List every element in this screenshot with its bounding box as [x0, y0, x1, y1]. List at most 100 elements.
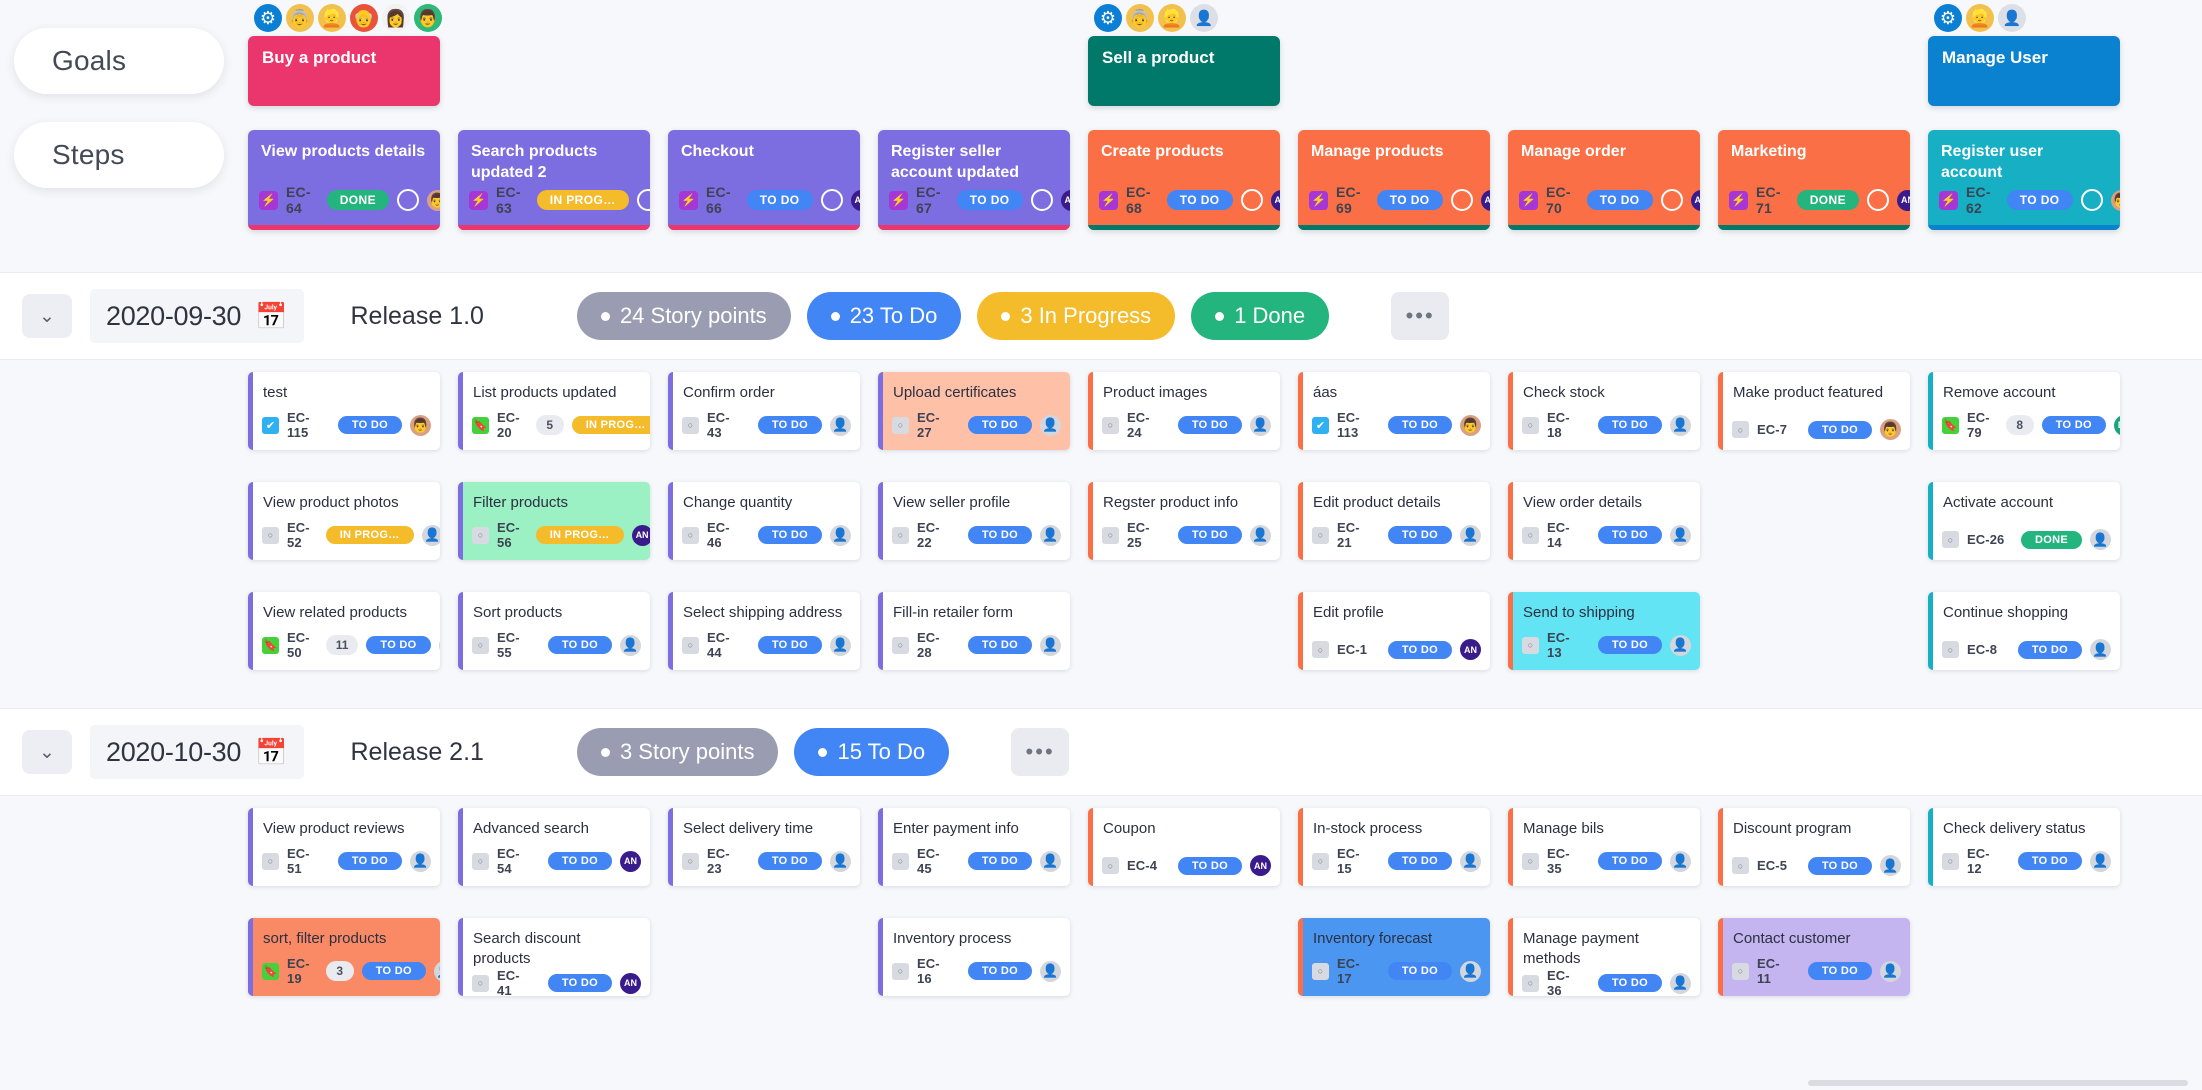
- collapse-chevron-icon[interactable]: ⌄: [22, 730, 72, 774]
- horizontal-scrollbar[interactable]: [1808, 1080, 2188, 1086]
- story-card[interactable]: Continue shopping ○ EC-8 TO DO 👤: [1928, 592, 2120, 670]
- status-badge[interactable]: TO DO: [1597, 526, 1662, 544]
- story-issue-key[interactable]: EC-35: [1547, 846, 1582, 876]
- calendar-icon[interactable]: 📅: [255, 739, 287, 765]
- stat-chip[interactable]: 24 Story points: [576, 292, 791, 340]
- assign-person-icon[interactable]: 👤: [1040, 634, 1061, 656]
- story-card[interactable]: Select shipping address ○ EC-44 TO DO 👤: [668, 592, 860, 670]
- assign-person-icon[interactable]: 👤: [1040, 414, 1061, 436]
- status-badge[interactable]: TO DO: [1387, 852, 1452, 870]
- story-issue-key[interactable]: EC-24: [1127, 410, 1162, 440]
- goal-card[interactable]: Buy a product: [248, 36, 440, 106]
- story-issue-key[interactable]: EC-14: [1547, 520, 1582, 550]
- calendar-icon[interactable]: 📅: [255, 303, 287, 329]
- assignee-avatar-an[interactable]: AN: [1250, 855, 1271, 876]
- story-issue-key[interactable]: EC-16: [917, 956, 952, 986]
- assign-person-icon[interactable]: 👤: [830, 634, 851, 656]
- progress-ring-icon[interactable]: [1660, 189, 1683, 211]
- status-badge[interactable]: TO DO: [337, 852, 402, 870]
- assign-person-icon[interactable]: 👤: [1460, 850, 1481, 872]
- story-issue-key[interactable]: EC-17: [1337, 956, 1372, 986]
- avatar-woman-blonde[interactable]: 👱: [318, 4, 346, 32]
- story-issue-key[interactable]: EC-27: [917, 410, 952, 440]
- stat-chip[interactable]: 15 To Do: [794, 728, 950, 776]
- story-issue-key[interactable]: EC-11: [1757, 956, 1792, 986]
- story-card[interactable]: Remove account 🔖 EC-79 8 TO DO DD: [1928, 372, 2120, 450]
- story-card[interactable]: Regster product info ○ EC-25 TO DO 👤: [1088, 482, 1280, 560]
- collapse-chevron-icon[interactable]: ⌄: [22, 294, 72, 338]
- release-more-options-button[interactable]: •••: [1391, 292, 1450, 340]
- story-card[interactable]: View related products 🔖 EC-50 11 TO DO 👤: [248, 592, 440, 670]
- story-issue-key[interactable]: EC-43: [707, 410, 742, 440]
- assign-person-icon[interactable]: 👤: [1670, 850, 1691, 872]
- goals-row-label[interactable]: Goals: [14, 28, 224, 94]
- story-card[interactable]: sort, filter products 🔖 EC-19 3 TO DO 👤: [248, 918, 440, 996]
- status-badge[interactable]: TO DO: [2006, 190, 2073, 210]
- story-card[interactable]: View seller profile ○ EC-22 TO DO 👤: [878, 482, 1070, 560]
- assign-person-icon[interactable]: 👤: [2090, 529, 2111, 550]
- status-badge[interactable]: DONE: [326, 190, 389, 210]
- assignee-avatar-an[interactable]: AN: [850, 189, 860, 211]
- assignee-avatar-dd[interactable]: DD: [2113, 414, 2120, 436]
- assign-person-icon[interactable]: 👤: [1670, 634, 1691, 656]
- assignee-avatar-an[interactable]: AN: [1460, 639, 1481, 660]
- assignee-avatar-an[interactable]: AN: [1060, 189, 1070, 211]
- story-card[interactable]: View order details ○ EC-14 TO DO 👤: [1508, 482, 1700, 560]
- assign-person-icon[interactable]: 👤: [410, 850, 431, 872]
- gear-icon[interactable]: ⚙: [1934, 4, 1962, 32]
- assignee-avatar-an[interactable]: AN: [620, 850, 641, 872]
- step-card[interactable]: Checkout ⚡ EC-66 TO DO AN: [668, 130, 860, 230]
- progress-ring-icon[interactable]: [1450, 189, 1473, 211]
- assignee-avatar-photo[interactable]: 👨: [410, 414, 431, 436]
- progress-ring-icon[interactable]: [1240, 189, 1263, 211]
- progress-ring-icon[interactable]: [397, 189, 419, 211]
- stat-chip[interactable]: 3 In Progress: [977, 292, 1176, 340]
- story-card[interactable]: Activate account ○ EC-26 DONE 👤: [1928, 482, 2120, 560]
- avatar-woman-dark[interactable]: 👩: [382, 4, 410, 32]
- status-badge[interactable]: TO DO: [1387, 962, 1452, 980]
- progress-ring-icon[interactable]: [820, 189, 843, 211]
- story-issue-key[interactable]: EC-12: [1967, 846, 2002, 876]
- assign-person-icon[interactable]: 👤: [830, 524, 851, 546]
- assignee-avatar-photo[interactable]: 👨: [1460, 414, 1481, 436]
- status-badge[interactable]: TO DO: [1177, 416, 1242, 434]
- story-issue-key[interactable]: EC-20: [497, 410, 520, 440]
- story-card[interactable]: Select delivery time ○ EC-23 TO DO 👤: [668, 808, 860, 886]
- story-card[interactable]: áas ✔ EC-113 TO DO 👨: [1298, 372, 1490, 450]
- story-issue-key[interactable]: EC-15: [1337, 846, 1372, 876]
- story-issue-key[interactable]: EC-8: [1967, 642, 1997, 657]
- story-card[interactable]: View product photos ○ EC-52 IN PROG… 👤: [248, 482, 440, 560]
- story-card[interactable]: List products updated🔖EC-205IN PROG…👤: [458, 372, 650, 450]
- story-issue-key[interactable]: EC-36: [1547, 968, 1582, 996]
- assign-person-icon[interactable]: 👤: [830, 414, 851, 436]
- status-badge[interactable]: TO DO: [1387, 416, 1452, 434]
- status-badge[interactable]: TO DO: [1387, 640, 1452, 659]
- release-date-field[interactable]: 2020-10-30 📅: [90, 725, 304, 779]
- assign-person-icon[interactable]: 👤: [1250, 414, 1271, 436]
- story-issue-key[interactable]: EC-115: [287, 410, 322, 440]
- assign-person-icon[interactable]: 👤: [620, 634, 641, 656]
- assign-person-icon[interactable]: 👤: [1460, 960, 1481, 982]
- step-card[interactable]: View products details ⚡ EC-64 DONE 👨: [248, 130, 440, 230]
- assignee-avatar-an[interactable]: AN: [1480, 189, 1490, 211]
- step-issue-key[interactable]: EC-70: [1546, 184, 1571, 216]
- goal-card[interactable]: Sell a product: [1088, 36, 1280, 106]
- assign-person-icon[interactable]: 👤: [1040, 524, 1061, 546]
- status-badge[interactable]: IN PROG…: [536, 190, 629, 210]
- story-issue-key[interactable]: EC-7: [1757, 422, 1787, 437]
- status-badge[interactable]: TO DO: [1807, 856, 1872, 875]
- story-points-badge[interactable]: 11: [325, 635, 359, 655]
- steps-row-label[interactable]: Steps: [14, 122, 224, 188]
- status-badge[interactable]: TO DO: [1387, 526, 1452, 544]
- step-card[interactable]: Manage order ⚡ EC-70 TO DO AN: [1508, 130, 1700, 230]
- story-card[interactable]: test ✔ EC-115 TO DO 👨: [248, 372, 440, 450]
- release-more-options-button[interactable]: •••: [1011, 728, 1070, 776]
- status-badge[interactable]: TO DO: [967, 416, 1032, 434]
- assign-person-icon[interactable]: 👤: [1670, 414, 1691, 436]
- assign-person-icon[interactable]: 👤: [438, 634, 440, 656]
- story-card[interactable]: Send to shipping ○ EC-13 TO DO 👤: [1508, 592, 1700, 670]
- step-issue-key[interactable]: EC-64: [286, 184, 311, 216]
- avatar-woman-gray[interactable]: 👵: [1126, 4, 1154, 32]
- gear-icon[interactable]: ⚙: [1094, 4, 1122, 32]
- status-badge[interactable]: TO DO: [547, 974, 612, 992]
